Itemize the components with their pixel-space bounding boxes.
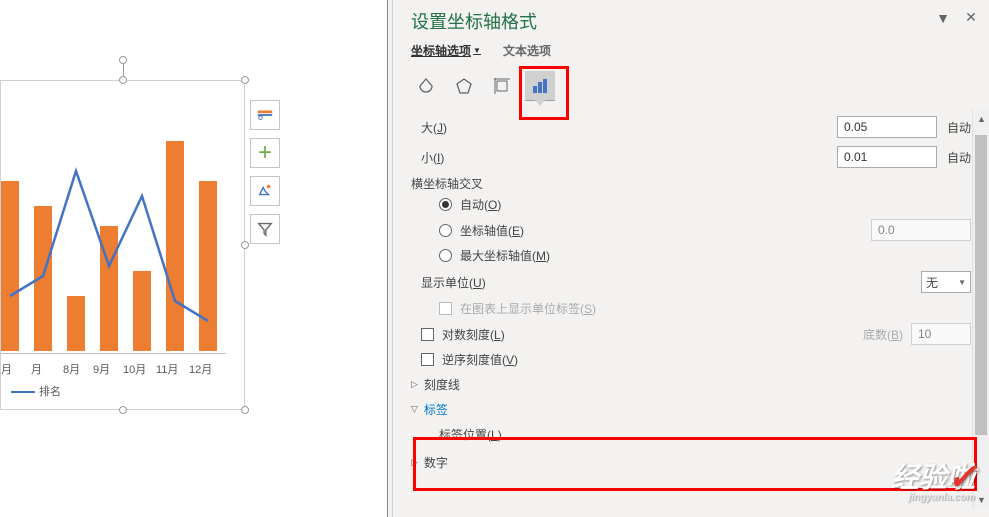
collapse-icon: ▷: [409, 406, 420, 413]
number-expander[interactable]: ▷ 数字: [411, 454, 971, 471]
tab-label: 文本选项: [503, 42, 551, 59]
document-area: 月 月 8月 9月 10月 11月 12月 排名 +: [0, 0, 390, 517]
checkbox-icon: [439, 302, 452, 315]
radio-icon: [439, 224, 452, 237]
cross-section-header: 横坐标轴交叉: [411, 175, 971, 192]
label-position-label: 标签位置(L): [439, 426, 512, 443]
select-value: 无: [926, 274, 938, 291]
vertical-scrollbar[interactable]: ▲ ▼: [972, 110, 989, 508]
format-axis-pane: ▼ ✕ 设置坐标轴格式 坐标轴选项▼ 文本选项 大(J) 自动: [393, 0, 989, 517]
effects-icon[interactable]: [449, 71, 479, 101]
resize-handle-bottom-right[interactable]: [241, 406, 249, 414]
expander-label: 标签: [424, 401, 448, 418]
pane-dropdown-icon[interactable]: ▼: [935, 10, 951, 26]
ticks-expander[interactable]: ▷ 刻度线: [411, 376, 971, 393]
x-tick-label: 10月: [123, 361, 146, 377]
chart-filters-button[interactable]: [250, 214, 280, 244]
auto-label: 自动: [947, 149, 971, 166]
options-form: 大(J) 自动 小(I) 自动 横坐标轴交叉 自动(O) 坐标轴值(E): [393, 111, 989, 503]
expand-icon: ▷: [411, 457, 418, 468]
resize-handle-right[interactable]: [241, 241, 249, 249]
minor-unit-label: 小(I): [421, 149, 454, 166]
close-icon[interactable]: ✕: [963, 10, 979, 26]
expand-icon: ▷: [411, 379, 418, 390]
chart-add-element-button[interactable]: +: [250, 138, 280, 168]
legend-label: 排名: [39, 386, 61, 398]
x-tick-label: 12月: [189, 361, 212, 377]
reverse-checkbox[interactable]: 逆序刻度值(V): [442, 351, 518, 368]
x-tick-label: 月: [31, 361, 42, 377]
size-properties-icon[interactable]: [487, 71, 517, 101]
expander-label: 刻度线: [424, 376, 460, 393]
x-axis[interactable]: [1, 353, 226, 354]
chart-styles-button[interactable]: [250, 176, 280, 206]
legend[interactable]: 排名: [11, 383, 61, 399]
labels-expander[interactable]: ▷ 标签: [411, 401, 971, 418]
checkbox-icon: [421, 353, 434, 366]
major-unit-label: 大(J): [421, 119, 457, 136]
major-unit-input[interactable]: [837, 116, 937, 138]
show-unit-label-checkbox: 在图表上显示单位标签(S): [460, 300, 596, 317]
scroll-thumb[interactable]: [975, 135, 987, 435]
axis-options-icon[interactable]: [525, 71, 555, 101]
chart-object[interactable]: 月 月 8月 9月 10月 11月 12月 排名: [0, 80, 245, 410]
checkbox-icon: [421, 328, 434, 341]
rotate-handle[interactable]: [119, 56, 127, 64]
minor-unit-input[interactable]: [837, 146, 937, 168]
pane-title: 设置坐标轴格式: [393, 0, 989, 40]
log-base-input[interactable]: [911, 323, 971, 345]
resize-handle-top[interactable]: [119, 76, 127, 84]
auto-label: 自动: [947, 119, 971, 136]
log-scale-checkbox[interactable]: 对数刻度(L): [442, 326, 505, 343]
legend-swatch: [11, 391, 35, 393]
tab-axis-options[interactable]: 坐标轴选项▼: [411, 42, 481, 59]
cross-max-radio[interactable]: 最大坐标轴值(M): [439, 247, 971, 264]
log-base-label: 底数(B): [863, 326, 903, 343]
cross-auto-radio[interactable]: 自动(O): [439, 196, 971, 213]
chevron-down-icon: ▼: [473, 46, 481, 55]
cross-value-input[interactable]: [871, 219, 971, 241]
display-unit-select[interactable]: 无▼: [921, 271, 971, 293]
radio-label: 最大坐标轴值(M): [460, 247, 550, 264]
scroll-up-button[interactable]: ▲: [973, 110, 989, 127]
resize-handle-top-right[interactable]: [241, 76, 249, 84]
expander-label: 数字: [424, 454, 448, 471]
x-tick-label: 8月: [63, 361, 80, 377]
rotate-connector: [123, 63, 124, 77]
option-category-icons: [393, 59, 989, 111]
tab-text-options[interactable]: 文本选项: [503, 42, 551, 59]
line-series[interactable]: [1, 106, 226, 351]
fill-line-icon[interactable]: [411, 71, 441, 101]
chevron-down-icon: ▼: [958, 278, 966, 287]
display-unit-label: 显示单位(U): [421, 274, 496, 291]
radio-icon: [439, 198, 452, 211]
pane-tabs: 坐标轴选项▼ 文本选项: [393, 40, 989, 59]
scroll-down-button[interactable]: ▼: [973, 491, 989, 508]
x-tick-label: 9月: [93, 361, 110, 377]
resize-handle-bottom[interactable]: [119, 406, 127, 414]
cross-value-radio[interactable]: 坐标轴值(E): [460, 222, 524, 239]
radio-label: 自动(O): [460, 196, 501, 213]
radio-icon: [439, 249, 452, 262]
x-tick-label: 月: [1, 361, 12, 377]
chart-side-toolbar: +: [250, 100, 286, 252]
chart-elements-button[interactable]: [250, 100, 280, 130]
tab-label: 坐标轴选项: [411, 42, 471, 59]
x-tick-label: 11月: [156, 361, 178, 377]
